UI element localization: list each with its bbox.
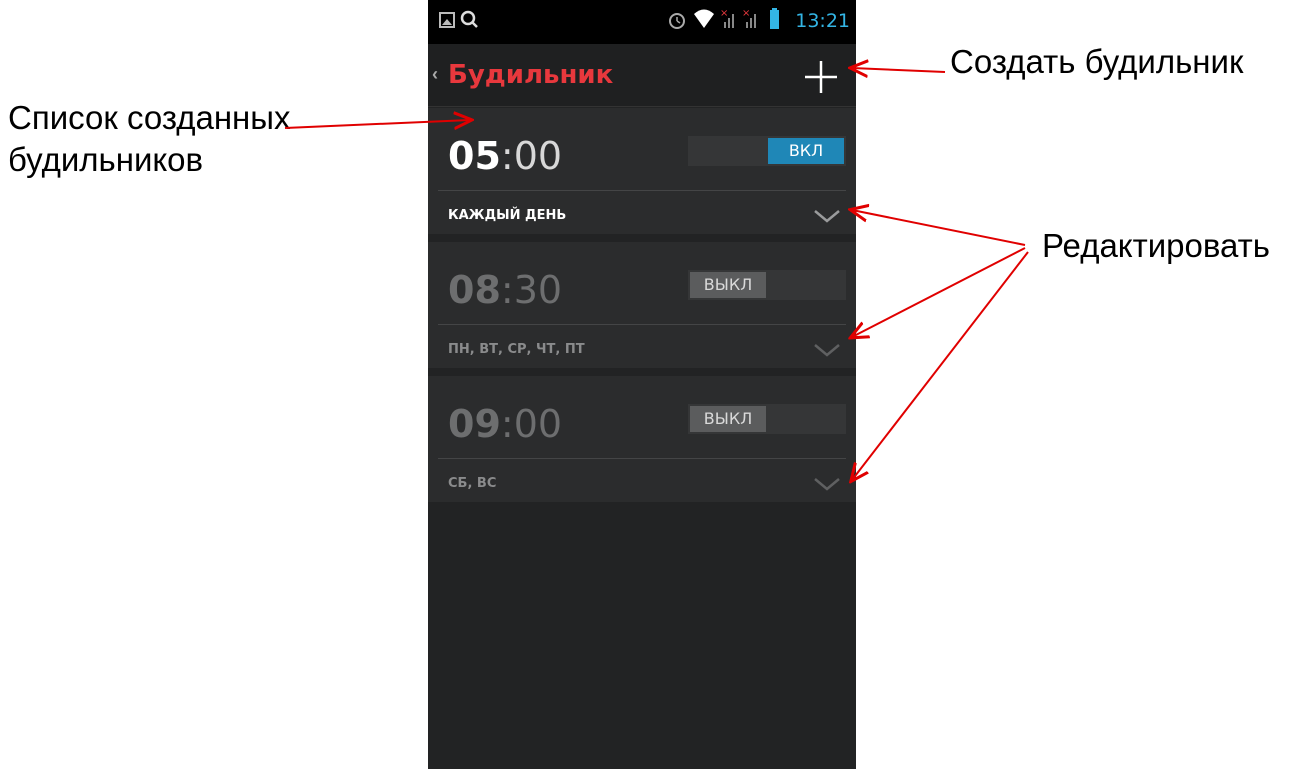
annotation-arrows: [284, 0, 1029, 769]
arrow-edit-3: [852, 251, 1029, 480]
arrow-create: [852, 68, 946, 72]
arrow-list: [284, 120, 470, 128]
arrow-edit-2: [852, 247, 1026, 337]
arrow-edit-1: [852, 210, 1026, 246]
